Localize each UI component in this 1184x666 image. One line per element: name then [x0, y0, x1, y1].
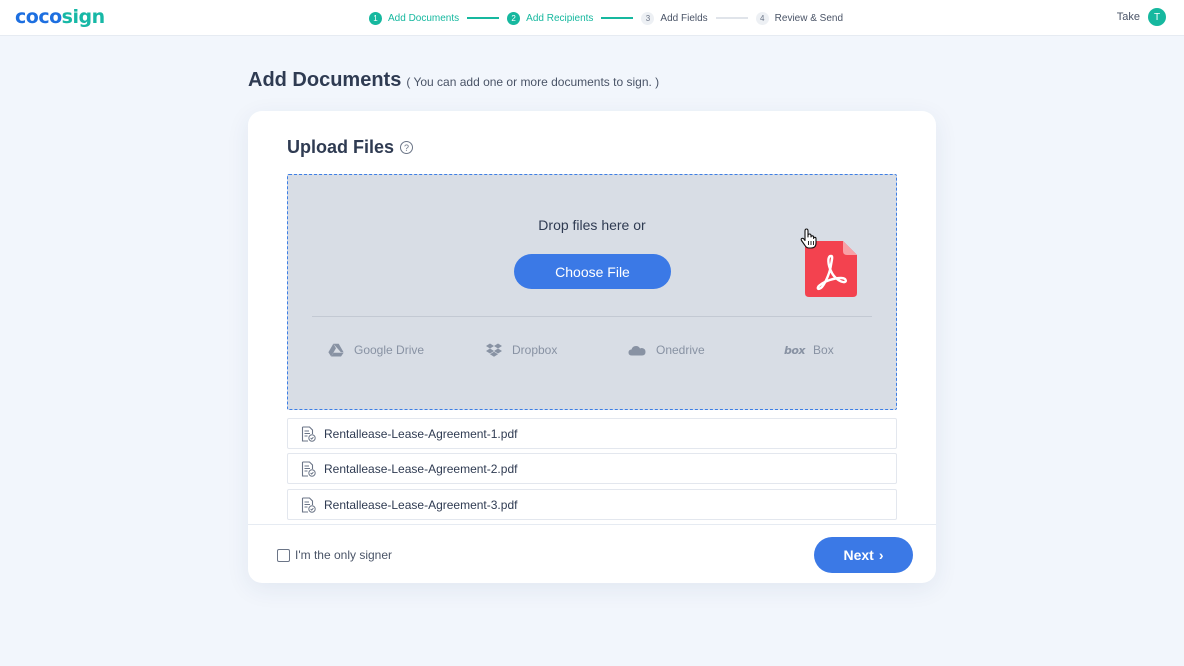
file-name: Rentallease-Lease-Agreement-1.pdf	[324, 426, 518, 441]
step-number: 3	[641, 11, 655, 25]
step-add-fields[interactable]: 3 Add Fields	[641, 11, 708, 25]
google-drive-icon	[328, 343, 344, 357]
avatar: T	[1148, 8, 1166, 26]
onedrive-icon	[628, 346, 646, 356]
file-name: Rentallease-Lease-Agreement-3.pdf	[324, 497, 518, 512]
provider-box[interactable]: box Box	[784, 343, 834, 357]
document-check-icon	[301, 460, 316, 477]
top-bar: cocosign 1 Add Documents 2 Add Recipient…	[0, 0, 1184, 36]
provider-google-drive[interactable]: Google Drive	[328, 343, 424, 357]
step-connector	[601, 17, 634, 19]
user-menu[interactable]: Take T	[1117, 8, 1166, 26]
provider-label: Dropbox	[512, 343, 558, 357]
question-circle-icon[interactable]: ?	[400, 141, 414, 154]
upload-header: Upload Files ?	[287, 137, 414, 158]
page-title: Add Documents	[248, 69, 402, 91]
file-name: Rentallease-Lease-Agreement-2.pdf	[324, 461, 518, 476]
provider-label: Box	[813, 343, 834, 357]
cocosign-logo[interactable]: cocosign	[15, 6, 105, 28]
step-add-documents[interactable]: 1 Add Documents	[369, 11, 460, 25]
step-label: Add Recipients	[526, 12, 594, 24]
step-connector	[467, 17, 500, 19]
step-add-recipients[interactable]: 2 Add Recipients	[507, 11, 594, 25]
next-label: Next	[843, 547, 874, 563]
step-review-send[interactable]: 4 Review & Send	[755, 11, 844, 25]
provider-dropbox[interactable]: Dropbox	[486, 343, 557, 357]
step-connector	[715, 17, 748, 19]
file-dropzone[interactable]: Drop files here or Choose File Google Dr…	[287, 174, 897, 410]
dropzone-divider	[312, 316, 872, 317]
upload-card: Upload Files ? Drop files here or Choose…	[248, 111, 936, 583]
file-list-item[interactable]: Rentallease-Lease-Agreement-1.pdf	[287, 418, 897, 449]
step-number: 2	[507, 11, 521, 25]
choose-file-button[interactable]: Choose File	[514, 254, 671, 289]
progress-steps: 1 Add Documents 2 Add Recipients 3 Add F…	[369, 10, 843, 26]
box-icon: box	[784, 343, 806, 357]
step-number: 4	[755, 11, 769, 25]
chevron-right-icon: ›	[878, 547, 884, 563]
page-header: Add Documents ( You can add one or more …	[248, 69, 659, 92]
step-label: Add Documents	[388, 12, 460, 24]
only-signer-checkbox[interactable]: I'm the only signer	[277, 548, 392, 562]
footer-divider	[248, 524, 936, 525]
provider-onedrive[interactable]: Onedrive	[628, 343, 705, 357]
file-list-item[interactable]: Rentallease-Lease-Agreement-2.pdf	[287, 453, 897, 484]
page-subtitle: ( You can add one or more documents to s…	[406, 75, 660, 89]
user-name: Take	[1116, 11, 1140, 23]
step-label: Review & Send	[774, 12, 844, 24]
file-list-item[interactable]: Rentallease-Lease-Agreement-3.pdf	[287, 489, 897, 520]
provider-label: Google Drive	[354, 343, 425, 357]
hand-cursor-icon	[800, 228, 817, 249]
step-number: 1	[369, 11, 382, 25]
dropbox-icon	[486, 343, 502, 357]
document-check-icon	[301, 496, 316, 513]
checkbox-box[interactable]	[277, 548, 290, 562]
only-signer-label: I'm the only signer	[295, 548, 393, 562]
upload-title: Upload Files	[287, 137, 395, 157]
document-check-icon	[301, 425, 316, 442]
next-button[interactable]: Next ›	[814, 537, 913, 573]
provider-label: Onedrive	[656, 343, 705, 357]
step-label: Add Fields	[660, 12, 708, 24]
